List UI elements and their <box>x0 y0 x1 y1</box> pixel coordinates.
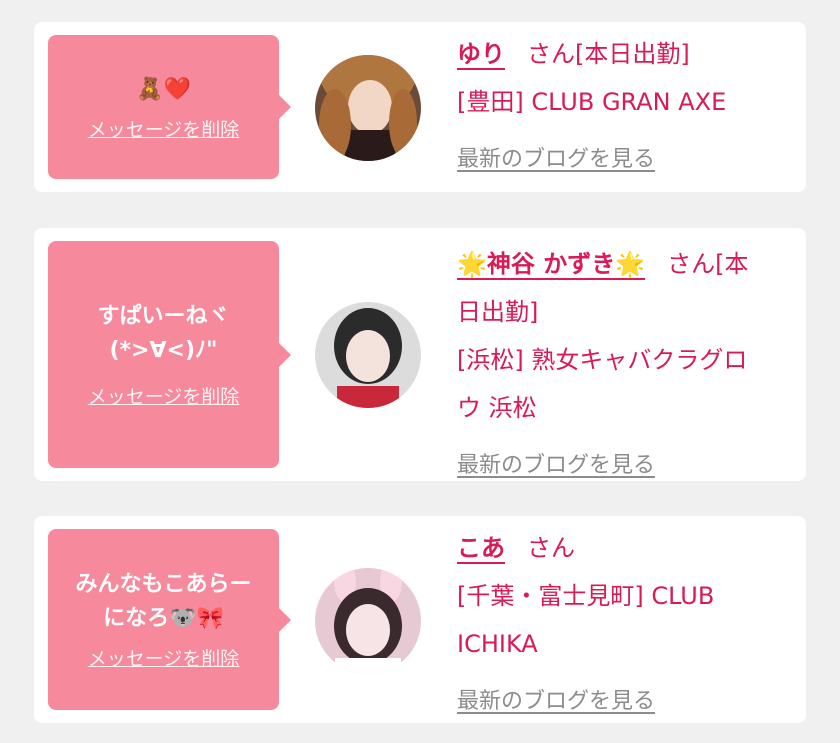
shop-name: [千葉・富士見町] CLUB <box>457 582 715 610</box>
message-text-line: になろ🐨🎀 <box>103 606 224 631</box>
member-status: さん <box>527 534 575 562</box>
message-bubble: みんなもこあらー になろ🐨🎀 メッセージを削除 <box>48 529 291 710</box>
member-info: 🌟神谷 かずき🌟 さん[本 日出勤] [浜松] 熟女キャバクラグロ ウ 浜松 最新… <box>457 240 802 490</box>
message-bubble: すぱいーねヾ (*>∀<)ﾉ" メッセージを削除 <box>48 241 291 468</box>
message-text: 🧸❤️ <box>136 76 191 102</box>
avatar[interactable] <box>315 55 421 161</box>
message-text-line: (*>∀<)ﾉ" <box>109 338 218 363</box>
delete-message-link[interactable]: メッセージを削除 <box>88 644 240 671</box>
shop-name-cont: ICHIKA <box>457 630 538 658</box>
shop-name: [豊田] CLUB GRAN AXE <box>457 88 727 116</box>
delete-message-link[interactable]: メッセージを削除 <box>88 382 240 409</box>
latest-blog-link[interactable]: 最新のブログを見る <box>457 147 655 172</box>
member-info: こあ さん [千葉・富士見町] CLUB ICHIKA 最新のブログを見る <box>457 524 802 726</box>
message-card: みんなもこあらー になろ🐨🎀 メッセージを削除 こあ さん [千葉・富士見町] C… <box>34 516 806 723</box>
member-status-cont: 日出勤] <box>457 298 539 326</box>
avatar[interactable] <box>315 568 421 674</box>
avatar[interactable] <box>315 302 421 408</box>
message-text-line: みんなもこあらー <box>75 572 252 597</box>
member-name-link[interactable]: こあ <box>457 534 505 562</box>
message-bubble: 🧸❤️ メッセージを削除 <box>48 35 291 179</box>
latest-blog-link[interactable]: 最新のブログを見る <box>457 689 655 714</box>
member-status: さん[本 <box>667 250 749 278</box>
member-info: ゆり さん[本日出勤] [豊田] CLUB GRAN AXE 最新のブログを見る <box>457 30 802 184</box>
shop-name: [浜松] 熟女キャバクラグロ <box>457 346 748 374</box>
message-card: すぱいーねヾ (*>∀<)ﾉ" メッセージを削除 🌟神谷 かずき🌟 さん[本 日出… <box>34 228 806 481</box>
latest-blog-link[interactable]: 最新のブログを見る <box>457 453 655 478</box>
delete-message-link[interactable]: メッセージを削除 <box>88 115 240 142</box>
member-name-link[interactable]: ゆり <box>457 40 505 68</box>
shop-name-cont: ウ 浜松 <box>457 394 537 422</box>
message-text-line: すぱいーねヾ <box>97 304 230 329</box>
member-name-link[interactable]: 🌟神谷 かずき🌟 <box>457 250 645 278</box>
member-status: さん[本日出勤] <box>527 40 690 68</box>
message-card: 🧸❤️ メッセージを削除 ゆり さん[本日出勤] [豊田] CLUB GRAN A… <box>34 22 806 192</box>
